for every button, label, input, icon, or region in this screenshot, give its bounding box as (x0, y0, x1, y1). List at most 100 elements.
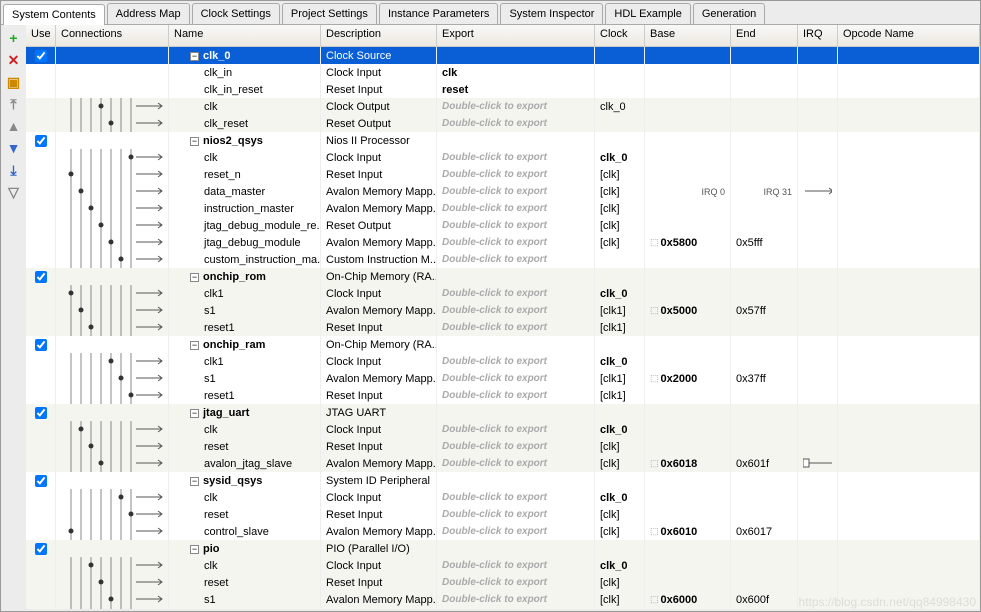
base-cell[interactable] (645, 115, 731, 132)
add-icon[interactable]: + (6, 30, 22, 46)
base-cell[interactable] (645, 557, 731, 574)
name-cell[interactable]: reset (169, 438, 321, 455)
table-row[interactable]: −clk_0Clock Source (26, 47, 980, 64)
name-cell[interactable]: −onchip_ram (169, 336, 321, 353)
base-cell[interactable]: ⬚0x6000 (645, 591, 731, 608)
table-row[interactable]: −onchip_ramOn-Chip Memory (RA... (26, 336, 980, 353)
table-row[interactable]: −onchip_romOn-Chip Memory (RA... (26, 268, 980, 285)
export-cell[interactable]: Double-click to export (437, 387, 595, 404)
connections-cell[interactable] (56, 47, 169, 64)
header-end[interactable]: End (731, 25, 798, 46)
expander-icon[interactable]: − (190, 409, 199, 418)
table-row[interactable]: avalon_jtag_slaveAvalon Memory Mapp...Do… (26, 455, 980, 472)
table-row[interactable]: clk1Clock InputDouble-click to exportclk… (26, 285, 980, 302)
irq-cell[interactable] (798, 455, 838, 472)
irq-cell[interactable] (798, 319, 838, 336)
export-cell[interactable] (437, 404, 595, 421)
irq-cell[interactable] (798, 200, 838, 217)
base-cell[interactable] (645, 64, 731, 81)
move-down-icon[interactable]: ▼ (6, 140, 22, 156)
irq-cell[interactable] (798, 421, 838, 438)
base-cell[interactable]: ⬚0x2000 (645, 370, 731, 387)
name-cell[interactable]: clk (169, 149, 321, 166)
export-cell[interactable]: Double-click to export (437, 353, 595, 370)
name-cell[interactable]: reset (169, 574, 321, 591)
export-cell[interactable]: Double-click to export (437, 217, 595, 234)
irq-cell[interactable] (798, 472, 838, 489)
connections-cell[interactable] (56, 591, 169, 608)
irq-cell[interactable] (798, 302, 838, 319)
tab-system-inspector[interactable]: System Inspector (500, 3, 603, 24)
table-row[interactable]: clkClock InputDouble-click to exportclk_… (26, 489, 980, 506)
table-row[interactable]: clkClock OutputDouble-click to exportclk… (26, 98, 980, 115)
connections-cell[interactable] (56, 81, 169, 98)
irq-cell[interactable] (798, 234, 838, 251)
table-row[interactable]: resetReset InputDouble-click to export[c… (26, 506, 980, 523)
name-cell[interactable]: custom_instruction_ma... (169, 251, 321, 268)
irq-cell[interactable] (798, 285, 838, 302)
tab-system-contents[interactable]: System Contents (3, 4, 105, 25)
base-cell[interactable] (645, 319, 731, 336)
use-checkbox[interactable] (35, 50, 47, 62)
base-cell[interactable]: ⬚0x6018 (645, 455, 731, 472)
name-cell[interactable]: s1 (169, 302, 321, 319)
name-cell[interactable]: −onchip_rom (169, 268, 321, 285)
irq-cell[interactable] (798, 149, 838, 166)
name-cell[interactable]: reset (169, 506, 321, 523)
base-cell[interactable]: IRQ 0 (645, 183, 731, 200)
export-cell[interactable]: Double-click to export (437, 438, 595, 455)
irq-cell[interactable] (798, 489, 838, 506)
tab-project-settings[interactable]: Project Settings (282, 3, 377, 24)
name-cell[interactable]: −nios2_qsys (169, 132, 321, 149)
base-cell[interactable] (645, 438, 731, 455)
irq-cell[interactable] (798, 183, 838, 200)
table-row[interactable]: −nios2_qsysNios II Processor (26, 132, 980, 149)
connections-cell[interactable] (56, 506, 169, 523)
move-up-icon[interactable]: ▲ (6, 118, 22, 134)
base-cell[interactable] (645, 506, 731, 523)
connections-cell[interactable] (56, 472, 169, 489)
use-checkbox[interactable] (35, 135, 47, 147)
name-cell[interactable]: clk1 (169, 285, 321, 302)
export-cell[interactable]: Double-click to export (437, 523, 595, 540)
export-cell[interactable]: Double-click to export (437, 506, 595, 523)
table-row[interactable]: clk_inClock Inputclk (26, 64, 980, 81)
export-cell[interactable]: Double-click to export (437, 574, 595, 591)
export-cell[interactable]: clk (437, 64, 595, 81)
header-irq[interactable]: IRQ (798, 25, 838, 46)
base-cell[interactable] (645, 404, 731, 421)
use-checkbox[interactable] (35, 407, 47, 419)
header-clock[interactable]: Clock (595, 25, 645, 46)
export-cell[interactable]: Double-click to export (437, 489, 595, 506)
connections-cell[interactable] (56, 455, 169, 472)
name-cell[interactable]: clk_reset (169, 115, 321, 132)
irq-cell[interactable] (798, 370, 838, 387)
name-cell[interactable]: clk (169, 489, 321, 506)
connections-cell[interactable] (56, 370, 169, 387)
connections-cell[interactable] (56, 608, 169, 609)
base-cell[interactable] (645, 166, 731, 183)
connections-cell[interactable] (56, 132, 169, 149)
base-cell[interactable] (645, 217, 731, 234)
connections-cell[interactable] (56, 404, 169, 421)
table-row[interactable]: clkClock InputDouble-click to exportclk_… (26, 421, 980, 438)
irq-cell[interactable] (798, 608, 838, 609)
header-description[interactable]: Description (321, 25, 437, 46)
expander-icon[interactable]: − (190, 273, 199, 282)
connections-cell[interactable] (56, 540, 169, 557)
header-use[interactable]: Use (26, 25, 56, 46)
base-cell[interactable] (645, 251, 731, 268)
connections-cell[interactable] (56, 98, 169, 115)
connections-cell[interactable] (56, 217, 169, 234)
name-cell[interactable]: jtag_debug_module_re... (169, 217, 321, 234)
name-cell[interactable]: jtag_debug_module (169, 234, 321, 251)
irq-cell[interactable] (798, 47, 838, 64)
base-cell[interactable] (645, 472, 731, 489)
export-cell[interactable]: Double-click to export (437, 319, 595, 336)
table-row[interactable]: jtag_debug_moduleAvalon Memory Mapp...Do… (26, 234, 980, 251)
connections-cell[interactable] (56, 319, 169, 336)
table-row[interactable]: external_connectionConduitpio_external_c… (26, 608, 980, 609)
base-cell[interactable] (645, 285, 731, 302)
base-cell[interactable] (645, 200, 731, 217)
table-row[interactable]: instruction_masterAvalon Memory Mapp...D… (26, 200, 980, 217)
